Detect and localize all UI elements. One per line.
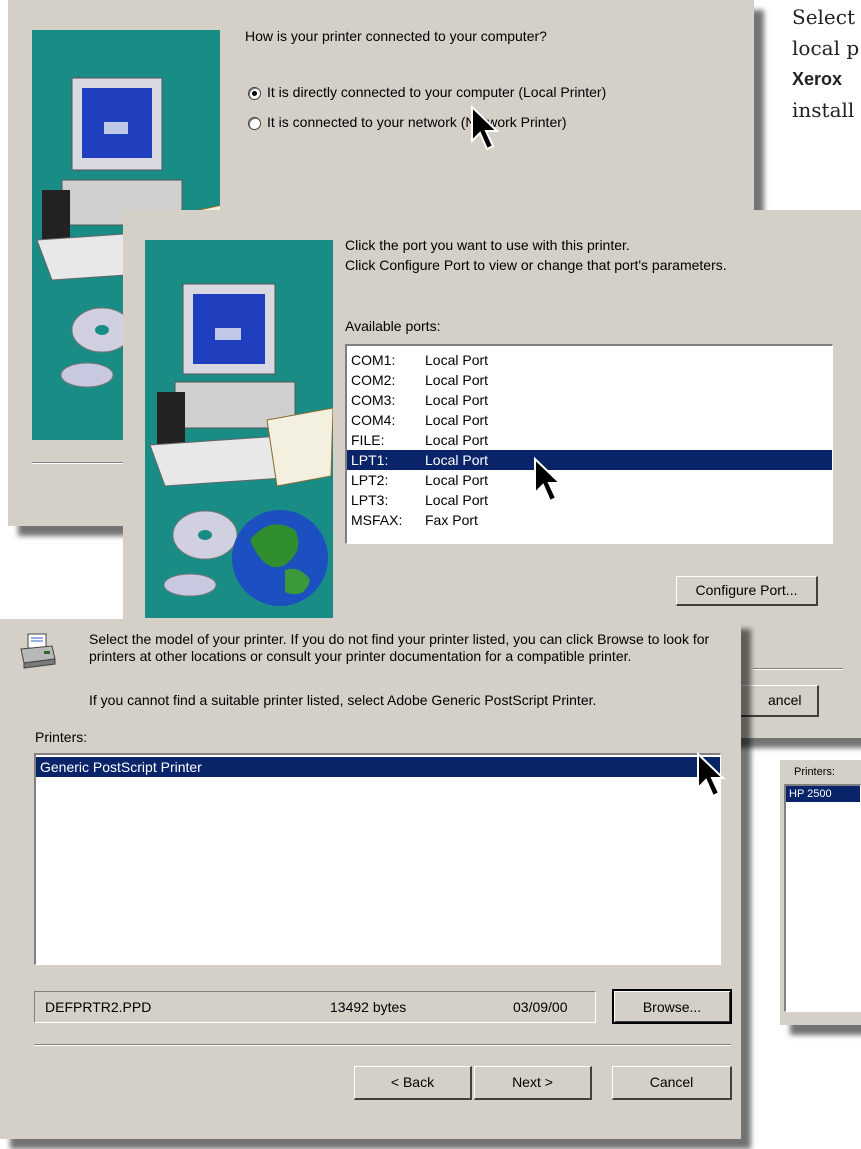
port-name: COM2: (351, 372, 396, 388)
port-name: LPT3: (351, 492, 389, 508)
printers-list[interactable]: Generic PostScript Printer (34, 753, 721, 965)
port-name: COM3: (351, 392, 396, 408)
ppd-file-name: DEFPRTR2.PPD (45, 999, 152, 1015)
port-name: LPT2: (351, 472, 389, 488)
port-row[interactable]: LPT2: Local Port (347, 470, 832, 490)
caption-line-2: local p (792, 36, 860, 60)
port-name: MSFAX: (351, 512, 403, 528)
port-name: COM1: (351, 352, 396, 368)
port-name: COM4: (351, 412, 396, 428)
local-printer-label[interactable]: It is directly connected to your compute… (267, 84, 606, 100)
cancel-button[interactable]: Cancel (612, 1066, 732, 1100)
port-description: Local Port (425, 452, 489, 468)
next-button[interactable]: Next > (474, 1066, 592, 1100)
ports-list[interactable]: COM1: Local Port COM2: Local Port COM3: Local… (345, 344, 833, 544)
port-name: LPT1: (351, 452, 389, 468)
separator (32, 462, 132, 464)
port-description: Local Port (425, 432, 489, 448)
partial-printer-dialog: Printers: HP 2500 (780, 760, 861, 1025)
caption-line-1: Select (792, 5, 856, 29)
local-printer-radio[interactable] (248, 87, 261, 100)
model-instruction: Select the model of your printer. If you… (89, 631, 710, 664)
port-row[interactable]: COM4: Local Port (347, 410, 832, 430)
port-instruction-2: Click Configure Port to view or change t… (345, 257, 727, 273)
port-description: Local Port (425, 412, 489, 428)
computer-globe-illustration-icon (149, 283, 334, 606)
caption-line-3: Xerox (792, 69, 843, 89)
wizard-side-panel (145, 240, 334, 618)
partial-printer-row[interactable]: HP 2500 (786, 786, 860, 802)
mouse-pointer-icon (471, 105, 500, 151)
ppd-file-date: 03/09/00 (513, 999, 568, 1015)
printer-icon (20, 633, 56, 669)
model-fallback-text: If you cannot find a suitable printer li… (89, 692, 597, 708)
separator (753, 668, 843, 670)
ppd-file-info: DEFPRTR2.PPD 13492 bytes 03/09/00 (34, 991, 596, 1023)
port-description: Local Port (425, 372, 489, 388)
caption-line-4: install (792, 98, 855, 122)
port-name: FILE: (351, 432, 385, 448)
port-row[interactable]: COM2: Local Port (347, 370, 832, 390)
caption-text: Select local p Xerox install (792, 2, 861, 126)
partial-printers-label: Printers: (794, 766, 835, 778)
mouse-pointer-icon (697, 752, 726, 798)
port-description: Local Port (425, 492, 489, 508)
partial-printers-list[interactable]: HP 2500 (784, 784, 861, 1012)
port-row[interactable]: FILE: Local Port (347, 430, 832, 450)
port-description: Local Port (425, 472, 489, 488)
printers-label: Printers: (35, 729, 88, 745)
cancel-button-partial[interactable]: ancel (733, 685, 819, 717)
port-row[interactable]: LPT3: Local Port (347, 490, 832, 510)
available-ports-label: Available ports: (345, 318, 441, 334)
ppd-file-size: 13492 bytes (330, 999, 407, 1015)
network-printer-radio[interactable] (248, 117, 261, 130)
mouse-pointer-icon (534, 457, 563, 503)
port-description: Local Port (425, 392, 489, 408)
back-button[interactable]: < Back (354, 1066, 472, 1100)
port-row[interactable]: COM1: Local Port (347, 350, 832, 370)
connection-question: How is your printer connected to your co… (245, 28, 547, 44)
port-row[interactable]: COM3: Local Port (347, 390, 832, 410)
port-description: Fax Port (425, 512, 478, 528)
separator (34, 1044, 731, 1046)
port-instruction-1: Click the port you want to use with this… (345, 237, 630, 253)
port-row[interactable]: MSFAX: Fax Port (347, 510, 832, 530)
model-dialog: Select the model of your printer. If you… (0, 619, 741, 1139)
port-description: Local Port (425, 352, 489, 368)
printer-row[interactable]: Generic PostScript Printer (36, 757, 720, 777)
network-printer-label[interactable]: It is connected to your network (Network… (267, 114, 567, 130)
port-row[interactable]: LPT1: Local Port (347, 450, 832, 470)
configure-port-button[interactable]: Configure Port... (676, 576, 818, 606)
browse-button[interactable]: Browse... (612, 989, 732, 1024)
